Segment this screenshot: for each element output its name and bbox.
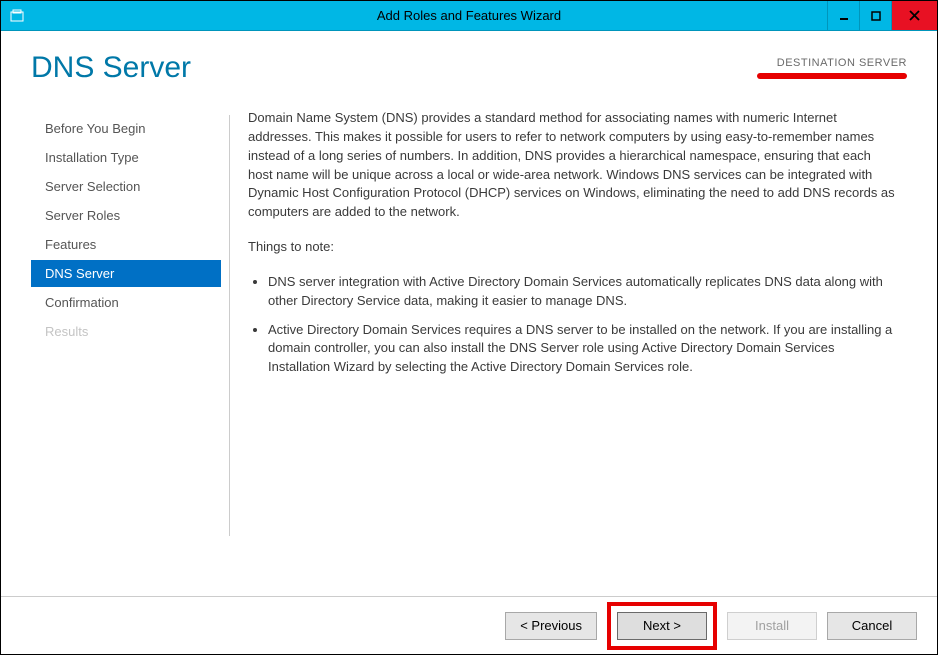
notes-list: DNS server integration with Active Direc… xyxy=(248,273,899,377)
window-title: Add Roles and Features Wizard xyxy=(377,8,561,23)
step-confirmation[interactable]: Confirmation xyxy=(31,289,221,316)
step-server-roles[interactable]: Server Roles xyxy=(31,202,221,229)
title-bar: Add Roles and Features Wizard xyxy=(1,1,937,31)
close-button[interactable] xyxy=(891,1,937,30)
page-title: DNS Server xyxy=(31,51,191,85)
next-button[interactable]: Next > xyxy=(617,612,707,640)
things-to-note-heading: Things to note: xyxy=(248,238,899,257)
app-icon xyxy=(7,6,27,26)
step-installation-type[interactable]: Installation Type xyxy=(31,144,221,171)
main-description: Domain Name System (DNS) provides a stan… xyxy=(248,105,907,596)
maximize-button[interactable] xyxy=(859,1,891,30)
annotation-underline xyxy=(757,73,907,79)
step-results: Results xyxy=(31,318,221,345)
content-row: Before You Begin Installation Type Serve… xyxy=(1,95,937,596)
install-button: Install xyxy=(727,612,817,640)
previous-button[interactable]: < Previous xyxy=(505,612,597,640)
vertical-divider xyxy=(229,115,230,536)
annotation-highlight-box: Next > xyxy=(607,602,717,650)
note-item: Active Directory Domain Services require… xyxy=(268,321,899,378)
step-dns-server[interactable]: DNS Server xyxy=(31,260,221,287)
description-paragraph: Domain Name System (DNS) provides a stan… xyxy=(248,109,899,222)
wizard-body: DNS Server DESTINATION SERVER Before You… xyxy=(1,31,937,654)
wizard-steps-sidebar: Before You Begin Installation Type Serve… xyxy=(31,105,221,596)
destination-server-label: DESTINATION SERVER xyxy=(757,57,907,69)
window-controls xyxy=(827,1,937,30)
step-server-selection[interactable]: Server Selection xyxy=(31,173,221,200)
destination-server-block: DESTINATION SERVER xyxy=(757,57,907,79)
step-before-you-begin[interactable]: Before You Begin xyxy=(31,115,221,142)
note-item: DNS server integration with Active Direc… xyxy=(268,273,899,311)
header: DNS Server DESTINATION SERVER xyxy=(1,31,937,95)
minimize-button[interactable] xyxy=(827,1,859,30)
step-features[interactable]: Features xyxy=(31,231,221,258)
cancel-button[interactable]: Cancel xyxy=(827,612,917,640)
wizard-footer: < Previous Next > Install Cancel xyxy=(1,596,937,654)
